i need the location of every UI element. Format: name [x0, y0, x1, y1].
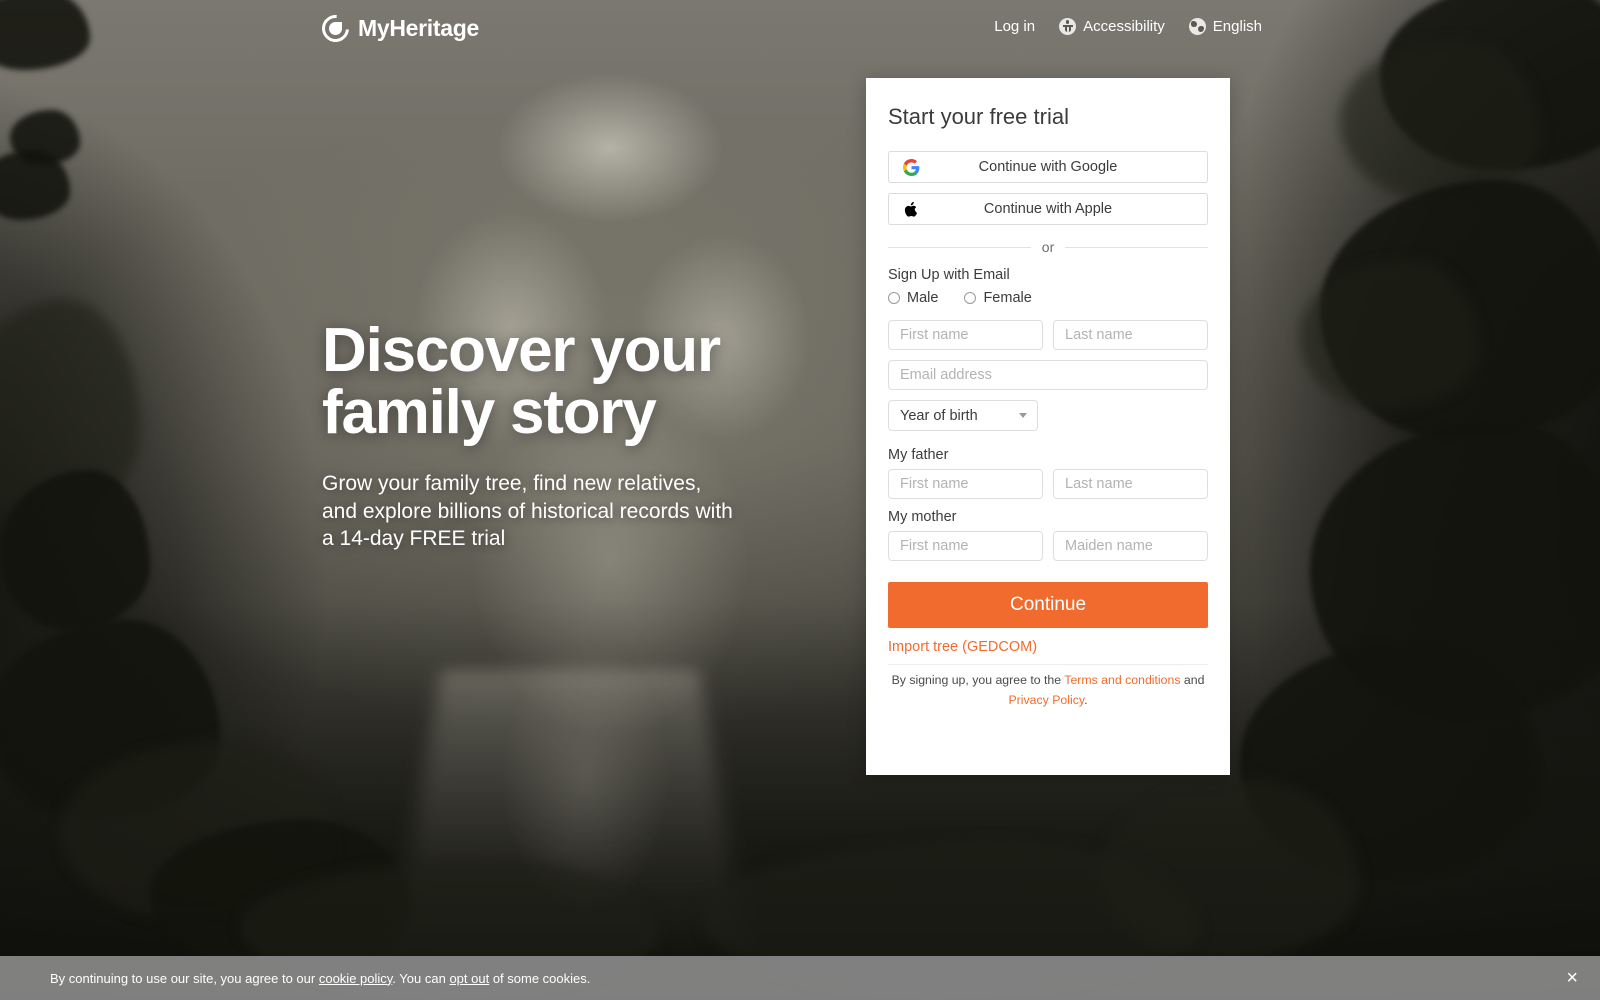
name-row	[888, 320, 1208, 350]
mother-first-name-input[interactable]	[888, 531, 1043, 561]
accessibility-icon	[1059, 18, 1077, 35]
or-divider: or	[888, 239, 1209, 255]
radio-circle-icon	[888, 292, 900, 304]
close-icon[interactable]: ×	[1566, 968, 1578, 988]
cookie-consent-banner: By continuing to use our site, you agree…	[0, 956, 1600, 1000]
year-of-birth-select-wrapper: Year of birth	[888, 400, 1038, 431]
google-button-label: Continue with Google	[978, 159, 1118, 175]
continue-button[interactable]: Continue	[888, 582, 1208, 628]
terms-separator	[888, 664, 1208, 665]
apple-logo-icon	[902, 200, 920, 218]
language-label: English	[1212, 18, 1262, 35]
terms-and-conditions-link[interactable]: Terms and conditions	[1064, 673, 1180, 687]
import-gedcom-link[interactable]: Import tree (GEDCOM)	[888, 639, 1208, 655]
top-navigation-bar: MyHeritage Log in Accessibility English	[0, 0, 1600, 60]
terms-suffix: .	[1084, 692, 1088, 707]
hero-subtext: Grow your family tree, find new relative…	[322, 472, 733, 550]
father-section-label: My father	[888, 447, 949, 463]
privacy-policy-link[interactable]: Privacy Policy	[1008, 693, 1084, 707]
continue-with-google-button[interactable]: Continue with Google	[888, 151, 1208, 183]
mother-section-label: My mother	[888, 509, 957, 525]
mother-name-row	[888, 531, 1208, 561]
hero-headline: Discover your family story	[322, 320, 882, 444]
terms-text: By signing up, you agree to the Terms an…	[888, 671, 1208, 710]
year-of-birth-value: Year of birth	[900, 407, 978, 424]
foliage-leaf	[1340, 40, 1540, 200]
email-row	[888, 360, 1208, 390]
globe-icon	[1188, 18, 1206, 35]
myheritage-logo-icon	[316, 9, 355, 48]
nav-right-group: Log in Accessibility English	[994, 18, 1262, 35]
hero-headline-line2: family story	[322, 378, 657, 447]
cookie-policy-link[interactable]: cookie policy	[319, 971, 392, 986]
cookie-suffix: of some cookies.	[489, 970, 591, 986]
cookie-middle: . You can	[392, 970, 450, 986]
father-last-name-input[interactable]	[1053, 469, 1208, 499]
divider-line-left	[888, 246, 1031, 248]
gender-radio-female[interactable]: Female	[964, 290, 1032, 306]
email-signup-label: Sign Up with Email	[888, 267, 1010, 283]
chevron-down-icon	[1019, 413, 1027, 418]
opt-out-link[interactable]: opt out	[449, 971, 489, 986]
logo-text: MyHeritage	[358, 15, 479, 41]
last-name-input[interactable]	[1053, 320, 1208, 350]
accessibility-label: Accessibility	[1083, 18, 1165, 35]
google-g-icon	[902, 158, 920, 176]
hero-headline-line1: Discover your	[322, 316, 721, 385]
female-label: Female	[983, 290, 1032, 306]
myheritage-logo[interactable]: MyHeritage	[316, 9, 479, 48]
father-first-name-input[interactable]	[888, 469, 1043, 499]
continue-with-apple-button[interactable]: Continue with Apple	[888, 193, 1208, 225]
father-name-row	[888, 469, 1208, 499]
login-link[interactable]: Log in	[994, 18, 1035, 35]
first-name-input[interactable]	[888, 320, 1043, 350]
apple-button-label: Continue with Apple	[983, 201, 1113, 217]
language-selector[interactable]: English	[1188, 18, 1262, 35]
or-label: or	[1041, 239, 1055, 255]
card-title: Start your free trial	[888, 104, 1069, 129]
radio-circle-icon	[964, 292, 977, 304]
email-input[interactable]	[888, 360, 1208, 390]
terms-and: and	[1180, 673, 1205, 687]
divider-line-right	[1065, 246, 1209, 248]
gender-radio-group: Male Female	[888, 290, 1208, 306]
year-of-birth-select[interactable]: Year of birth	[888, 400, 1038, 431]
accessibility-button[interactable]: Accessibility	[1059, 18, 1165, 35]
login-label: Log in	[994, 18, 1036, 35]
terms-prefix: By signing up, you agree to the	[891, 673, 1065, 687]
mother-maiden-name-input[interactable]	[1053, 531, 1208, 561]
cookie-prefix: By continuing to use our site, you agree…	[50, 970, 319, 986]
hero-section: Discover your family story Grow your fam…	[322, 320, 882, 553]
male-label: Male	[907, 290, 939, 306]
cookie-banner-text: By continuing to use our site, you agree…	[50, 971, 590, 986]
gender-radio-male[interactable]: Male	[888, 290, 938, 306]
signup-card: Start your free trial Continue with Goog…	[866, 78, 1230, 775]
